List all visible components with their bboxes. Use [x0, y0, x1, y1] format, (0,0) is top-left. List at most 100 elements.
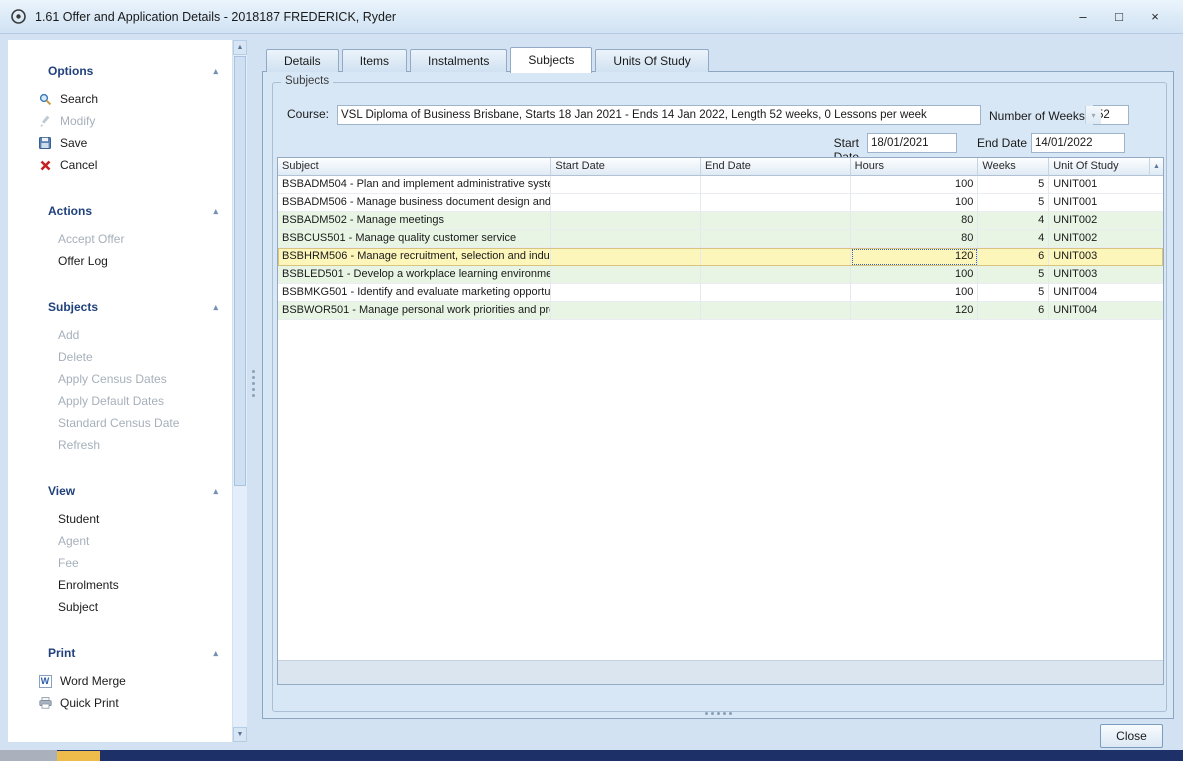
cell-subject: BSBMKG501 - Identify and evaluate market… — [278, 284, 551, 302]
taskbar-start-area[interactable] — [0, 750, 57, 761]
collapse-icon[interactable]: ▴ — [213, 302, 218, 313]
table-row[interactable]: BSBLED501 - Develop a workplace learning… — [278, 266, 1163, 284]
column-header-subject[interactable]: Subject — [278, 158, 551, 176]
sidebar-item-label: Enrolments — [58, 578, 119, 592]
end-date-field[interactable]: 14/01/2022 — [1031, 133, 1125, 153]
cell-hours: 80 — [851, 212, 979, 230]
cell-subject: BSBADM506 - Manage business document des… — [278, 194, 551, 212]
cell-start-date — [551, 248, 701, 266]
cell-hours: 120 — [851, 302, 979, 320]
sidebar-item-label: Save — [60, 136, 87, 150]
tab-details[interactable]: Details — [266, 49, 339, 72]
cell-weeks: 5 — [978, 266, 1049, 284]
cell-start-date — [551, 302, 701, 320]
cell-end-date — [701, 212, 851, 230]
taskbar-item[interactable] — [57, 751, 100, 761]
tab-units-of-study[interactable]: Units Of Study — [595, 49, 708, 72]
minimize-button[interactable]: – — [1065, 5, 1101, 29]
table-row[interactable]: BSBWOR501 - Manage personal work priorit… — [278, 302, 1163, 320]
sidebar-section-options: Options ▴ — [48, 62, 218, 80]
column-header-unit-of-study[interactable]: Unit Of Study — [1049, 158, 1150, 176]
pencil-icon — [36, 113, 54, 129]
course-combo[interactable]: VSL Diploma of Business Brisbane, Starts… — [337, 105, 981, 125]
sidebar-item-label: Standard Census Date — [58, 416, 179, 430]
sidebar-item-agent: Agent — [8, 530, 232, 552]
section-title: View — [48, 484, 75, 498]
table-row[interactable]: BSBADM504 - Plan and implement administr… — [278, 176, 1163, 194]
sidebar-item-search[interactable]: Search — [8, 88, 232, 110]
sidebar-item-label: Delete — [58, 350, 93, 364]
cell-unit-of-study: UNIT004 — [1049, 302, 1163, 320]
sidebar-scrollbar[interactable]: ▲ ▼ — [233, 40, 247, 742]
cell-hours: 80 — [851, 230, 979, 248]
app-icon — [10, 8, 27, 25]
cell-end-date — [701, 176, 851, 194]
cell-start-date — [551, 284, 701, 302]
cell-unit-of-study: UNIT002 — [1049, 212, 1163, 230]
cell-subject: BSBCUS501 - Manage quality customer serv… — [278, 230, 551, 248]
close-button[interactable]: Close — [1100, 724, 1163, 748]
table-row[interactable]: BSBCUS501 - Manage quality customer serv… — [278, 230, 1163, 248]
cell-hours: 100 — [851, 194, 979, 212]
sidebar-item-cancel[interactable]: Cancel — [8, 154, 232, 176]
sidebar-item-enrolments[interactable]: Enrolments — [8, 574, 232, 596]
table-row-selected[interactable]: BSBHRM506 - Manage recruitment, selectio… — [278, 248, 1163, 266]
cell-end-date — [701, 284, 851, 302]
grid-scroll-up-icon[interactable]: ▲ — [1150, 158, 1163, 176]
cell-start-date — [551, 176, 701, 194]
sidebar-item-quick-print[interactable]: Quick Print — [8, 692, 232, 714]
printer-icon — [36, 695, 54, 711]
vertical-splitter-grip[interactable] — [252, 370, 255, 397]
search-icon — [36, 91, 54, 107]
grid-header-row: Subject Start Date End Date Hours Weeks … — [278, 158, 1163, 176]
sidebar-item-offer-log[interactable]: Offer Log — [8, 250, 232, 272]
cell-end-date — [701, 248, 851, 266]
scrollbar-thumb[interactable] — [234, 56, 246, 486]
sidebar-item-label: Apply Default Dates — [58, 394, 164, 408]
close-window-button[interactable]: × — [1137, 5, 1173, 29]
maximize-button[interactable]: □ — [1101, 5, 1137, 29]
sidebar-item-add: Add — [8, 324, 232, 346]
collapse-icon[interactable]: ▴ — [213, 486, 218, 497]
column-header-end-date[interactable]: End Date — [701, 158, 851, 176]
cell-hours-focused: 120 — [851, 248, 979, 266]
horizontal-splitter-grip[interactable] — [705, 712, 732, 715]
table-row[interactable]: BSBADM506 - Manage business document des… — [278, 194, 1163, 212]
sidebar-item-label: Refresh — [58, 438, 100, 452]
table-row[interactable]: BSBADM502 - Manage meetings 80 4 UNIT002 — [278, 212, 1163, 230]
sidebar-item-label: Agent — [58, 534, 89, 548]
tab-items[interactable]: Items — [342, 49, 407, 72]
sidebar-item-label: Add — [58, 328, 79, 342]
cell-start-date — [551, 266, 701, 284]
sidebar-item-fee: Fee — [8, 552, 232, 574]
scroll-up-icon[interactable]: ▲ — [233, 40, 247, 55]
collapse-icon[interactable]: ▴ — [213, 206, 218, 217]
column-header-weeks[interactable]: Weeks — [978, 158, 1049, 176]
cell-start-date — [551, 194, 701, 212]
section-title: Print — [48, 646, 75, 660]
sidebar-item-save[interactable]: Save — [8, 132, 232, 154]
start-date-field[interactable]: 18/01/2021 — [867, 133, 957, 153]
tab-subjects[interactable]: Subjects — [510, 47, 592, 73]
sidebar-item-subject[interactable]: Subject — [8, 596, 232, 618]
sidebar-section-view: View ▴ — [48, 482, 218, 500]
dropdown-icon[interactable]: ▾ — [1085, 106, 1101, 124]
column-header-hours[interactable]: Hours — [851, 158, 979, 176]
cell-unit-of-study: UNIT002 — [1049, 230, 1163, 248]
sidebar-item-student[interactable]: Student — [8, 508, 232, 530]
sidebar-item-word-merge[interactable]: W Word Merge — [8, 670, 232, 692]
groupbox-label: Subjects — [281, 75, 333, 87]
sidebar-section-actions: Actions ▴ — [48, 202, 218, 220]
scroll-down-icon[interactable]: ▼ — [233, 727, 247, 742]
cell-hours: 100 — [851, 284, 979, 302]
table-row[interactable]: BSBMKG501 - Identify and evaluate market… — [278, 284, 1163, 302]
collapse-icon[interactable]: ▴ — [213, 66, 218, 77]
tab-instalments[interactable]: Instalments — [410, 49, 507, 72]
column-header-start-date[interactable]: Start Date — [551, 158, 701, 176]
sidebar-item-label: Modify — [60, 114, 95, 128]
tab-strip: Details Items Instalments Subjects Units… — [266, 47, 712, 72]
collapse-icon[interactable]: ▴ — [213, 648, 218, 659]
cell-end-date — [701, 302, 851, 320]
section-title: Actions — [48, 204, 92, 218]
cell-unit-of-study: UNIT003 — [1049, 248, 1163, 266]
